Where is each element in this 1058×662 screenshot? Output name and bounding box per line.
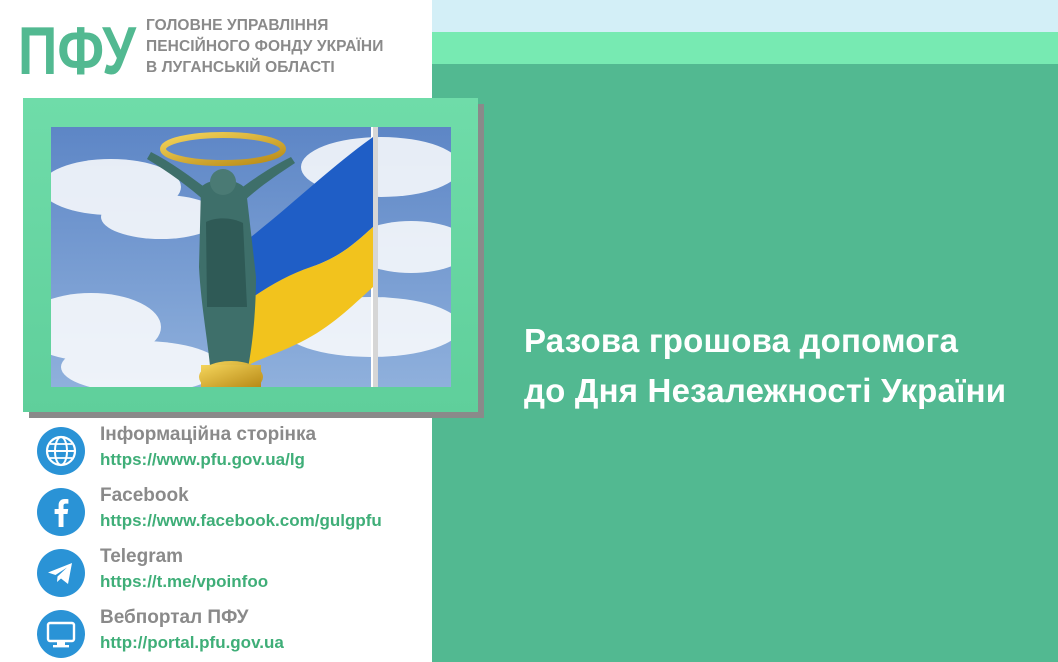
contact-link[interactable]: https://www.pfu.gov.ua/lg	[100, 450, 305, 470]
contact-title: Вебпортал ПФУ	[100, 607, 249, 628]
contact-title: Facebook	[100, 485, 189, 506]
contact-link[interactable]: https://www.facebook.com/gulgpfu	[100, 511, 382, 531]
org-name-line-1: ГОЛОВНЕ УПРАВЛІННЯ	[146, 17, 329, 34]
org-name: ГОЛОВНЕ УПРАВЛІННЯ ПЕНСІЙНОГО ФОНДУ УКРА…	[146, 15, 383, 78]
monitor-icon	[37, 610, 85, 658]
top-band-light	[432, 0, 1058, 32]
telegram-icon	[37, 549, 85, 597]
org-name-line-3: В ЛУГАНСЬКІЙ ОБЛАСТІ	[146, 59, 335, 76]
globe-icon	[37, 427, 85, 475]
facebook-icon	[37, 488, 85, 536]
monument-flag-illustration	[51, 127, 451, 387]
headline-line-1: Разова грошова допомога	[524, 322, 959, 359]
pfu-logo-text: ПФУ	[18, 14, 137, 82]
contact-link[interactable]: https://t.me/vpoinfoo	[100, 572, 268, 592]
org-name-line-2: ПЕНСІЙНОГО ФОНДУ УКРАЇНИ	[146, 38, 384, 55]
pfu-logo: ПФУ	[18, 14, 137, 82]
headline: Разова грошова допомога до Дня Незалежно…	[524, 316, 1044, 416]
headline-line-2: до Дня Незалежності України	[524, 372, 1007, 409]
independence-monument-photo	[51, 127, 451, 387]
contact-title: Інформаційна сторінка	[100, 424, 317, 445]
contact-title: Telegram	[100, 546, 184, 567]
top-band-mint	[432, 32, 1058, 64]
contact-link[interactable]: http://portal.pfu.gov.ua	[100, 633, 284, 653]
